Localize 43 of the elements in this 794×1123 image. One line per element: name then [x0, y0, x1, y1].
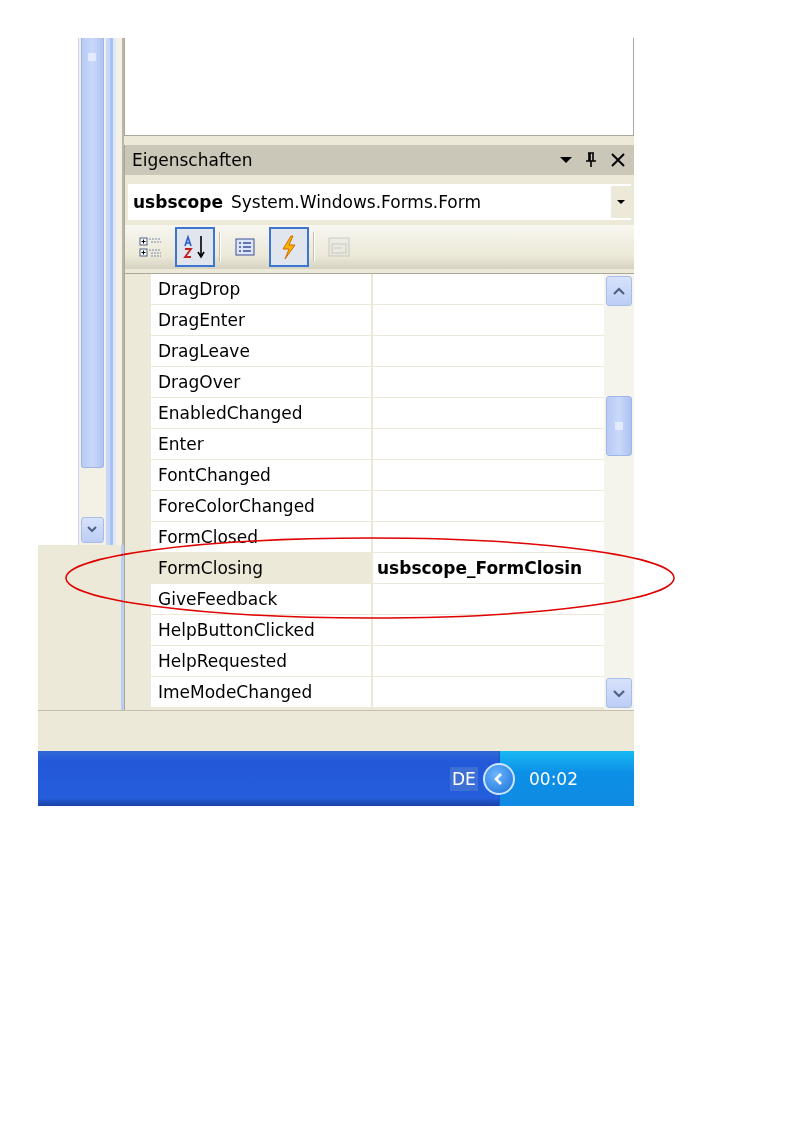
property-value[interactable]	[373, 615, 604, 646]
object-selector[interactable]: usbscope System.Windows.Forms.Form	[127, 183, 632, 221]
property-name[interactable]: DragEnter	[151, 305, 373, 336]
property-name[interactable]: Enter	[151, 429, 373, 460]
grip-icon	[87, 52, 98, 62]
pin-icon[interactable]	[585, 152, 597, 168]
property-name[interactable]: GiveFeedback	[151, 584, 373, 615]
events-button[interactable]	[269, 227, 309, 267]
chevron-up-icon	[612, 286, 626, 296]
dropdown-button[interactable]	[611, 186, 631, 218]
property-name[interactable]: DragOver	[151, 367, 373, 398]
scroll-down-button[interactable]	[606, 678, 632, 708]
caret-icon	[616, 199, 626, 205]
property-value[interactable]: usbscope_FormClosin	[373, 553, 604, 584]
object-name: usbscope	[133, 192, 223, 212]
chevron-down-icon	[86, 526, 99, 534]
property-name[interactable]: DragDrop	[151, 274, 373, 305]
scroll-thumb[interactable]	[606, 396, 632, 456]
scroll-up-button[interactable]	[606, 276, 632, 306]
property-name[interactable]: ForeColorChanged	[151, 491, 373, 522]
property-name[interactable]: DragLeave	[151, 336, 373, 367]
property-name[interactable]: EnabledChanged	[151, 398, 373, 429]
property-value[interactable]	[373, 584, 604, 615]
object-type: System.Windows.Forms.Form	[230, 192, 482, 212]
scroll-down-button[interactable]	[80, 517, 105, 543]
close-icon[interactable]	[610, 152, 626, 168]
scroll-thumb[interactable]	[80, 38, 105, 468]
scrollbar[interactable]	[604, 274, 634, 710]
chevron-down-icon	[612, 688, 626, 698]
property-name[interactable]: FormClosed	[151, 522, 373, 553]
grip-icon	[614, 421, 624, 431]
scrollbar[interactable]	[77, 38, 107, 545]
show-hidden-icons-button[interactable]	[483, 762, 515, 795]
clock: 00:02	[529, 768, 578, 789]
property-name[interactable]: HelpRequested	[151, 646, 373, 677]
property-name[interactable]: ImeModeChanged	[151, 677, 373, 708]
sort-button[interactable]	[175, 227, 215, 267]
property-name[interactable]: HelpButtonClicked	[151, 615, 373, 646]
property-value[interactable]	[373, 522, 604, 553]
property-name[interactable]: FontChanged	[151, 460, 373, 491]
language-indicator[interactable]: DE	[450, 767, 478, 791]
panel-title: Eigenschaften	[132, 150, 253, 170]
dropdown-icon[interactable]	[560, 156, 572, 164]
